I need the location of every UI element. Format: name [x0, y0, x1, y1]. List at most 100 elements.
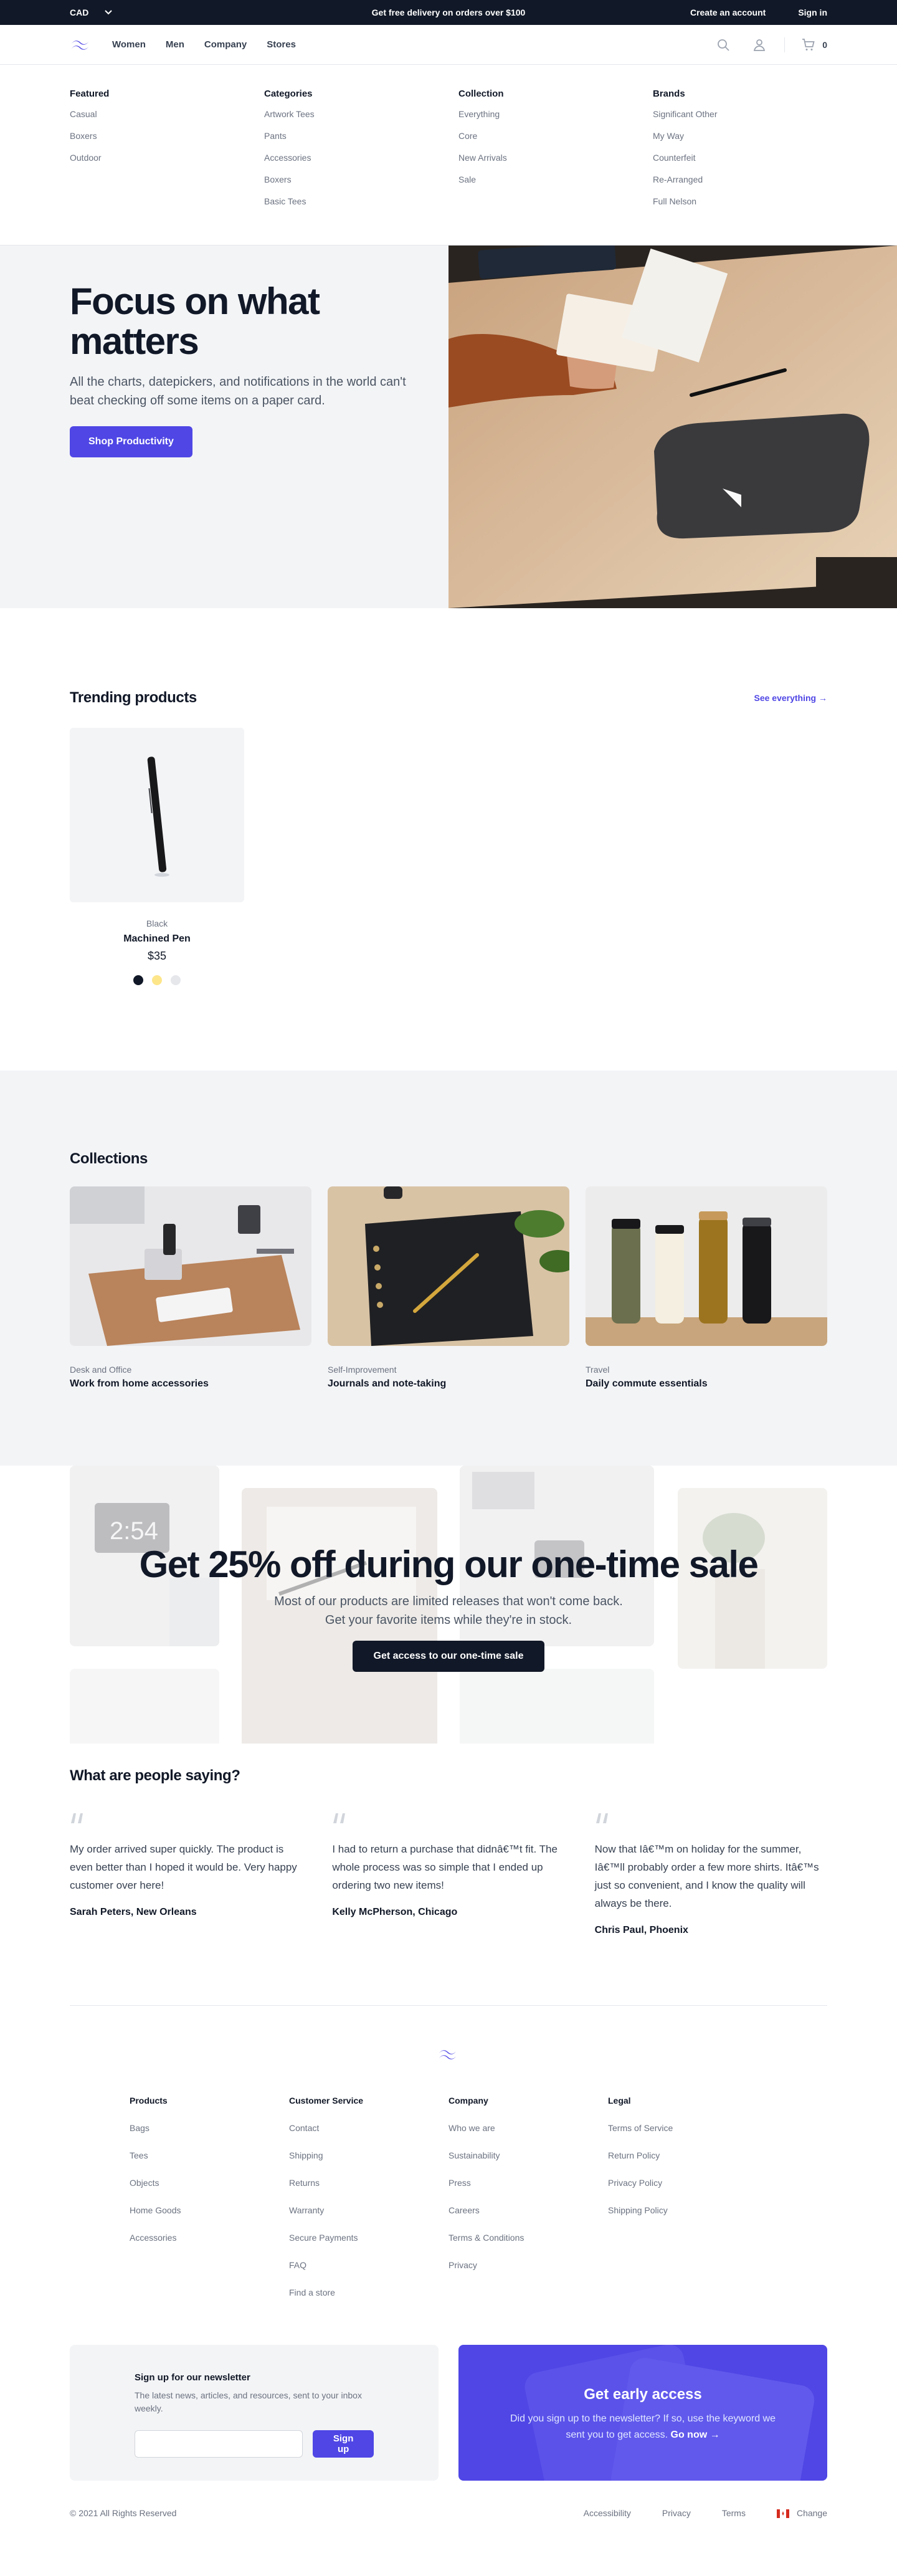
footer-heading: Company — [448, 2096, 488, 2106]
menu-item[interactable]: Significant Other — [653, 109, 847, 119]
footer-column-customer-service: Customer Service Contact Shipping Returns W… — [289, 2096, 448, 2315]
menu-item[interactable]: Sale — [458, 174, 653, 184]
menu-item[interactable]: New Arrivals — [458, 153, 653, 163]
privacy-link[interactable]: Privacy — [662, 2508, 691, 2518]
footer-link[interactable]: Who we are — [448, 2123, 608, 2133]
menu-item[interactable]: Boxers — [70, 131, 264, 141]
sale-access-button[interactable]: Get access to our one-time sale — [352, 1641, 545, 1672]
nav-link-women[interactable]: Women — [112, 39, 146, 50]
footer-link[interactable]: Warranty — [289, 2205, 448, 2215]
footer-link[interactable]: FAQ — [289, 2260, 448, 2270]
shopping-cart-icon — [802, 38, 815, 50]
cart-button[interactable]: 0 — [801, 37, 827, 52]
footer-link[interactable]: Tees — [130, 2150, 289, 2160]
footer-link[interactable]: Shipping Policy — [608, 2205, 767, 2215]
create-account-link[interactable]: Create an account — [690, 7, 766, 17]
footer-link[interactable]: Privacy Policy — [608, 2178, 767, 2188]
menu-item[interactable]: Counterfeit — [653, 153, 847, 163]
footer-link[interactable]: Return Policy — [608, 2150, 767, 2160]
see-everything-link[interactable]: See everything → — [754, 693, 828, 703]
currency-selector[interactable]: CAD — [70, 7, 113, 17]
collection-category: Self-Improvement — [328, 1365, 397, 1375]
nav-divider — [784, 37, 785, 52]
accessibility-link[interactable]: Accessibility — [584, 2508, 631, 2518]
early-access-box: Get early access Did you sign up to the … — [458, 2345, 827, 2481]
menu-heading: Featured — [70, 88, 110, 99]
footer-link[interactable]: Terms & Conditions — [448, 2233, 608, 2243]
footer-column-products: Products Bags Tees Objects Home Goods Access… — [130, 2096, 289, 2315]
menu-item[interactable]: Core — [458, 131, 653, 141]
sale-line-2: Get your favorite items while they're in… — [325, 1613, 572, 1627]
shop-productivity-button[interactable]: Shop Productivity — [70, 426, 192, 457]
menu-item[interactable]: Boxers — [264, 174, 458, 184]
color-swatch-gray[interactable] — [171, 975, 181, 985]
currency-label: CAD — [70, 7, 89, 17]
collection-image — [328, 1186, 569, 1346]
sign-up-button[interactable]: Sign up — [313, 2430, 374, 2458]
menu-item[interactable]: Accessories — [264, 153, 458, 163]
footer-link[interactable]: Objects — [130, 2178, 289, 2188]
sale-line-1: Most of our products are limited release… — [274, 1595, 623, 1608]
collection-category: Travel — [586, 1365, 610, 1375]
newsletter-text: The latest news, articles, and resources… — [135, 2390, 362, 2413]
newsletter-email-input[interactable] — [135, 2430, 303, 2458]
menu-item[interactable]: Full Nelson — [653, 196, 847, 206]
footer-link[interactable]: Contact — [289, 2123, 448, 2133]
color-swatch-black[interactable] — [133, 975, 143, 985]
footer-column-company: Company Who we are Sustainability Press Car… — [448, 2096, 608, 2315]
user-icon[interactable] — [752, 37, 767, 52]
footer-link[interactable]: Find a store — [289, 2287, 448, 2297]
collection-title: Work from home accessories — [70, 1378, 209, 1389]
menu-item[interactable]: My Way — [653, 131, 847, 141]
footer-link[interactable]: Bags — [130, 2123, 289, 2133]
footer-link[interactable]: Shipping — [289, 2150, 448, 2160]
footer-link[interactable]: Home Goods — [130, 2205, 289, 2215]
collection-title: Daily commute essentials — [586, 1378, 708, 1389]
section-title: Collections — [70, 1150, 148, 1167]
footer-link[interactable]: Privacy — [448, 2260, 608, 2270]
footer-link[interactable]: Sustainability — [448, 2150, 608, 2160]
collection-card[interactable]: Travel Daily commute essentials — [586, 1186, 827, 1390]
hero-section: Focus on what matters All the charts, da… — [0, 246, 897, 608]
menu-item[interactable]: Pants — [264, 131, 458, 141]
footer-link[interactable]: Careers — [448, 2205, 608, 2215]
nav-link-stores[interactable]: Stores — [267, 39, 296, 50]
testimonial: Now that Iâ€™m on holiday for the summer… — [595, 1812, 827, 1936]
sign-in-link[interactable]: Sign in — [798, 7, 827, 17]
canada-flag-icon — [776, 2509, 789, 2519]
collections-section: Collections Desk and Office Work from ho… — [0, 1071, 897, 1466]
hero-text: All the charts, datepickers, and notific… — [70, 375, 406, 408]
footer-bottom: © 2021 All Rights Reserved Accessibility… — [70, 2481, 827, 2519]
go-now-link[interactable]: Go now → — [671, 2430, 720, 2440]
footer-link[interactable]: Accessories — [130, 2233, 289, 2243]
menu-item[interactable]: Casual — [70, 109, 264, 119]
locale-change[interactable]: Change — [776, 2508, 827, 2519]
nav-link-men[interactable]: Men — [166, 39, 184, 50]
copyright: © 2021 All Rights Reserved — [70, 2508, 177, 2519]
testimonial-author: Chris Paul, Phoenix — [594, 1925, 688, 1935]
menu-item[interactable]: Re-Arranged — [653, 174, 847, 184]
footer-link[interactable]: Returns — [289, 2178, 448, 2188]
cart-count: 0 — [822, 39, 827, 50]
menu-item[interactable]: Everything — [458, 109, 653, 119]
color-swatch-yellow[interactable] — [152, 975, 162, 985]
product-card[interactable]: Black Machined Pen $35 — [70, 728, 244, 985]
collection-card[interactable]: Desk and Office Work from home accessori… — [70, 1186, 311, 1390]
search-icon[interactable] — [716, 37, 731, 52]
menu-item[interactable]: Basic Tees — [264, 196, 458, 206]
footer-link[interactable]: Terms of Service — [608, 2123, 767, 2133]
change-label: Change — [796, 2508, 827, 2518]
hero-image — [448, 246, 897, 608]
collection-card[interactable]: Self-Improvement Journals and note-takin… — [328, 1186, 569, 1390]
logo-icon[interactable] — [70, 37, 92, 52]
footer-link[interactable]: Press — [448, 2178, 608, 2188]
logo-icon[interactable] — [437, 2047, 460, 2062]
menu-item[interactable]: Outdoor — [70, 153, 264, 163]
collection-category: Desk and Office — [70, 1365, 132, 1375]
terms-link[interactable]: Terms — [722, 2508, 746, 2518]
testimonial-quote: I had to return a purchase that didnâ€™t… — [332, 1843, 558, 1891]
nav-link-company[interactable]: Company — [204, 39, 247, 50]
footer-link[interactable]: Secure Payments — [289, 2233, 448, 2243]
menu-item[interactable]: Artwork Tees — [264, 109, 458, 119]
early-access-text: Did you sign up to the newsletter? If so… — [510, 2413, 776, 2440]
